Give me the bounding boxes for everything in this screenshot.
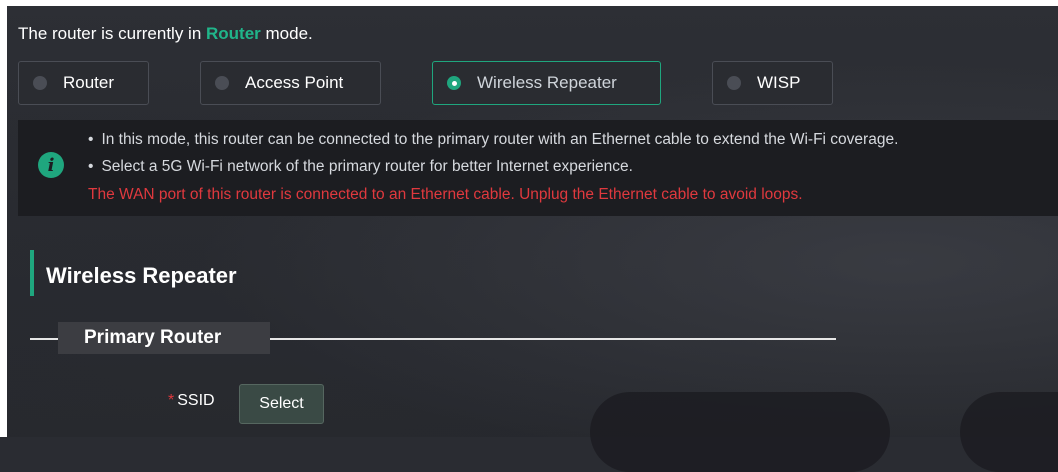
group-label: Primary Router: [58, 322, 270, 354]
ssid-label: * SSID: [168, 392, 215, 409]
group-divider: [30, 338, 58, 340]
left-border: [0, 0, 7, 437]
mode-option-wireless-repeater[interactable]: Wireless Repeater: [432, 61, 661, 105]
top-border: [0, 0, 1058, 6]
mode-option-label: Wireless Repeater: [477, 73, 617, 92]
radio-checked-icon: [447, 76, 461, 90]
mode-option-router[interactable]: Router: [18, 61, 149, 105]
section-accent-bar: [30, 250, 34, 296]
radio-unchecked-icon: [727, 76, 741, 90]
mode-option-label: Router: [63, 73, 115, 92]
current-mode-text: The router is currently in Router mode.: [18, 24, 313, 43]
mode-option-label: Access Point: [245, 73, 344, 92]
mode-info-panel: i • In this mode, this router can be conn…: [18, 120, 1058, 216]
current-mode-value: Router: [206, 24, 261, 43]
section-title: Wireless Repeater: [46, 263, 237, 288]
wan-warning-text: The WAN port of this router is connected…: [88, 186, 803, 203]
info-bullet: • Select a 5G Wi-Fi network of the primar…: [88, 158, 633, 175]
radio-unchecked-icon: [215, 76, 229, 90]
info-icon: i: [38, 152, 64, 178]
radio-unchecked-icon: [33, 76, 47, 90]
background-decoration: [590, 392, 890, 472]
mode-option-label: WISP: [757, 73, 801, 92]
ssid-select-button[interactable]: Select: [239, 384, 324, 424]
required-mark: *: [168, 392, 175, 409]
mode-option-access-point[interactable]: Access Point: [200, 61, 381, 105]
mode-option-wisp[interactable]: WISP: [712, 61, 833, 105]
group-divider: [270, 338, 836, 340]
info-bullet: • In this mode, this router can be connec…: [88, 131, 899, 148]
background-decoration: [960, 392, 1058, 472]
